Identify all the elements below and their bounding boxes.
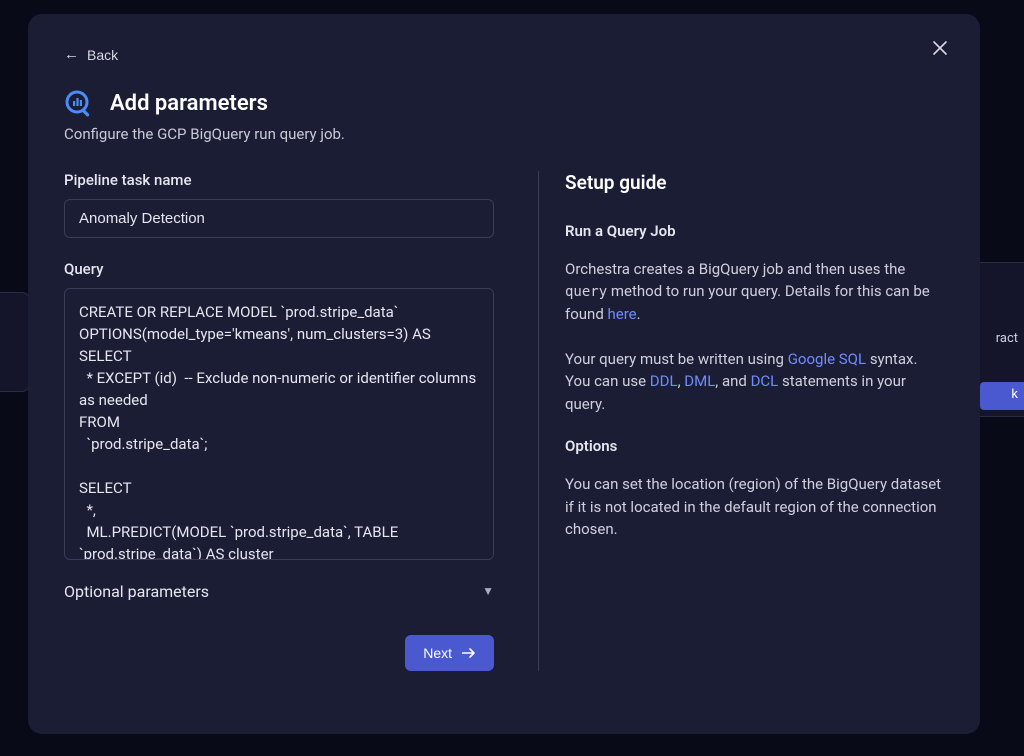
guide-p1-a: Orchestra creates a BigQuery job and the… <box>565 260 905 278</box>
back-arrow-icon: ← <box>64 47 79 62</box>
guide-paragraph-3: You can set the location (region) of the… <box>565 473 944 541</box>
google-sql-link[interactable]: Google SQL <box>788 350 866 368</box>
optional-parameters-toggle[interactable]: Optional parameters ▼ <box>64 578 494 605</box>
close-icon <box>933 41 947 60</box>
task-name-label: Pipeline task name <box>64 171 494 189</box>
options-heading: Options <box>565 437 944 455</box>
guide-paragraph-1: Orchestra creates a BigQuery job and the… <box>565 258 944 326</box>
task-name-input[interactable] <box>64 199 494 238</box>
dcl-link[interactable]: DCL <box>751 372 779 390</box>
setup-guide-title: Setup guide <box>565 171 944 194</box>
back-label: Back <box>87 47 118 63</box>
page-title: Add parameters <box>110 91 268 116</box>
background-left-panel <box>0 292 30 392</box>
query-textarea[interactable] <box>64 288 494 560</box>
chevron-down-icon: ▼ <box>482 584 494 598</box>
left-column: Pipeline task name Query Optional parame… <box>64 171 494 671</box>
background-text-k: k <box>1011 387 1018 402</box>
query-label: Query <box>64 260 494 278</box>
ddl-link[interactable]: DDL <box>650 372 678 390</box>
background-button-fragment: k <box>980 382 1024 410</box>
dml-link[interactable]: DML <box>684 372 715 390</box>
bigquery-icon <box>64 89 94 119</box>
guide-p2-sep2: , and <box>715 372 750 390</box>
guide-p2-a: Your query must be written using <box>565 350 788 368</box>
background-text-ract: ract <box>996 331 1018 346</box>
next-label: Next <box>423 645 452 661</box>
guide-paragraph-2: Your query must be written using Google … <box>565 348 944 416</box>
next-row: Next <box>64 605 494 671</box>
guide-p1-c: . <box>637 305 641 323</box>
query-code-inline: query <box>565 284 607 300</box>
header-row: Add parameters <box>64 89 944 119</box>
arrow-right-icon <box>462 645 476 661</box>
parameters-modal: ← Back Add parameters Configure the GCP … <box>28 14 980 734</box>
columns: Pipeline task name Query Optional parame… <box>64 171 944 671</box>
back-button[interactable]: ← Back <box>64 47 118 63</box>
page-subtitle: Configure the GCP BigQuery run query job… <box>64 125 944 143</box>
run-query-heading: Run a Query Job <box>565 222 944 240</box>
optional-parameters-label: Optional parameters <box>64 582 209 601</box>
details-here-link[interactable]: here <box>608 305 637 323</box>
close-button[interactable] <box>930 40 950 60</box>
next-button[interactable]: Next <box>405 635 494 671</box>
setup-guide-panel: Setup guide Run a Query Job Orchestra cr… <box>538 171 944 671</box>
